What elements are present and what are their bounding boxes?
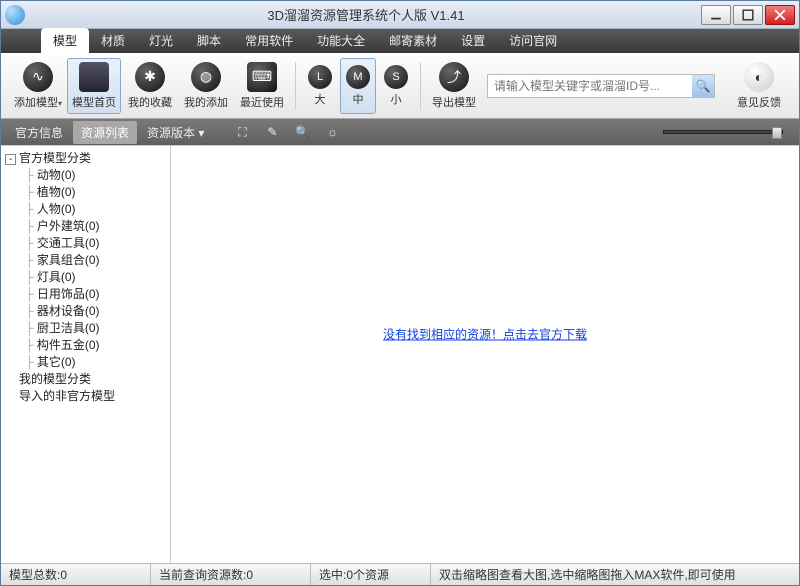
size-large-button[interactable]: L 大 xyxy=(302,58,338,114)
separator xyxy=(295,62,296,110)
tree-root-official[interactable]: -官方模型分类 xyxy=(5,150,166,167)
tab-software[interactable]: 常用软件 xyxy=(233,28,305,53)
close-button[interactable] xyxy=(765,5,795,25)
my-add-label: 我的添加 xyxy=(184,94,228,110)
app-logo-icon xyxy=(5,5,25,25)
export-button[interactable]: ⤴ 导出模型 xyxy=(427,58,481,114)
tree-root-mine[interactable]: 我的模型分类 xyxy=(5,371,166,388)
subtab-info[interactable]: 官方信息 xyxy=(7,121,71,144)
chevron-down-icon: ▾ xyxy=(58,99,62,108)
folder-icon xyxy=(79,62,109,92)
bluetooth-icon: ✱ xyxy=(135,62,165,92)
search-icon: 🔍 xyxy=(696,79,711,93)
tree-item[interactable]: 构件五金(0) xyxy=(5,337,166,354)
tab-model[interactable]: 模型 xyxy=(41,28,89,53)
feedback-label: 意见反馈 xyxy=(737,94,781,110)
tab-mail[interactable]: 邮寄素材 xyxy=(377,28,449,53)
size-l-icon: L xyxy=(308,65,332,89)
rss-icon: ∿ xyxy=(23,62,53,92)
feedback-icon: ◐ xyxy=(744,62,774,92)
tree-item[interactable]: 日用饰品(0) xyxy=(5,286,166,303)
keyboard-icon: ⌨ xyxy=(247,62,277,92)
size-medium-label: 中 xyxy=(353,91,364,107)
titlebar: 3D溜溜资源管理系统个人版 V1.41 xyxy=(1,1,799,29)
minimize-button[interactable] xyxy=(701,5,731,25)
size-large-label: 大 xyxy=(315,91,326,107)
tab-material[interactable]: 材质 xyxy=(89,28,137,53)
globe-icon: ◍ xyxy=(191,62,221,92)
tree-item[interactable]: 灯具(0) xyxy=(5,269,166,286)
maximize-button[interactable] xyxy=(733,5,763,25)
content-area: 没有找到相应的资源！点击去官方下载 xyxy=(171,146,799,563)
zoom-icon[interactable]: 🔍 xyxy=(294,124,310,140)
subtab-version-label: 资源版本 xyxy=(147,126,195,140)
slider-thumb[interactable] xyxy=(772,127,782,139)
export-label: 导出模型 xyxy=(432,94,476,110)
size-m-icon: M xyxy=(346,65,370,89)
zoom-slider[interactable] xyxy=(348,130,793,134)
status-total: 模型总数:0 xyxy=(1,564,151,585)
model-home-button[interactable]: 模型首页 xyxy=(67,58,121,114)
search-button[interactable]: 🔍 xyxy=(692,75,714,97)
search-wrap: 🔍 xyxy=(487,74,715,98)
status-query: 当前查询资源数:0 xyxy=(151,564,311,585)
tree-item[interactable]: 交通工具(0) xyxy=(5,235,166,252)
recent-label: 最近使用 xyxy=(240,94,284,110)
subtab-list[interactable]: 资源列表 xyxy=(73,121,137,144)
tree-item[interactable]: 家具组合(0) xyxy=(5,252,166,269)
recent-button[interactable]: ⌨ 最近使用 xyxy=(235,58,289,114)
edit-icon[interactable]: ✎ xyxy=(264,124,280,140)
toolbar: ∿ 添加模型▾ 模型首页 ✱ 我的收藏 ◍ 我的添加 ⌨ 最近使用 L 大 M … xyxy=(1,53,799,119)
favorites-label: 我的收藏 xyxy=(128,94,172,110)
window-title: 3D溜溜资源管理系统个人版 V1.41 xyxy=(31,5,701,24)
status-selected: 选中:0个资源 xyxy=(311,564,431,585)
statusbar: 模型总数:0 当前查询资源数:0 选中:0个资源 双击缩略图查看大图,选中缩略图… xyxy=(1,563,799,585)
tree-item[interactable]: 植物(0) xyxy=(5,184,166,201)
tab-script[interactable]: 脚本 xyxy=(185,28,233,53)
my-add-button[interactable]: ◍ 我的添加 xyxy=(179,58,233,114)
size-s-icon: S xyxy=(384,65,408,89)
status-hint: 双击缩略图查看大图,选中缩略图拖入MAX软件,即可使用 xyxy=(431,564,799,585)
tab-website[interactable]: 访问官网 xyxy=(497,28,569,53)
sub-toolbar: 官方信息 资源列表 资源版本 ▾ ⛶ ✎ 🔍 ☼ xyxy=(1,119,799,145)
collapse-icon[interactable]: - xyxy=(5,154,16,165)
add-model-label: 添加模型 xyxy=(14,97,58,109)
add-model-button[interactable]: ∿ 添加模型▾ xyxy=(11,58,65,114)
subtab-version[interactable]: 资源版本 ▾ xyxy=(139,121,212,144)
settings-icon[interactable]: ☼ xyxy=(324,124,340,140)
chevron-down-icon: ▾ xyxy=(198,126,204,140)
search-input[interactable] xyxy=(488,79,692,93)
no-resource-link[interactable]: 没有找到相应的资源！点击去官方下载 xyxy=(383,325,587,342)
tree-item[interactable]: 厨卫洁具(0) xyxy=(5,320,166,337)
menubar: 模型 材质 灯光 脚本 常用软件 功能大全 邮寄素材 设置 访问官网 xyxy=(1,29,799,53)
export-icon: ⤴ xyxy=(439,62,469,92)
separator xyxy=(420,62,421,110)
tab-functions[interactable]: 功能大全 xyxy=(305,28,377,53)
tab-light[interactable]: 灯光 xyxy=(137,28,185,53)
fullscreen-icon[interactable]: ⛶ xyxy=(234,124,250,140)
feedback-button[interactable]: ◐ 意见反馈 xyxy=(729,58,789,114)
size-medium-button[interactable]: M 中 xyxy=(340,58,376,114)
tree-root-import[interactable]: 导入的非官方模型 xyxy=(5,388,166,405)
tree-item[interactable]: 动物(0) xyxy=(5,167,166,184)
model-home-label: 模型首页 xyxy=(72,94,116,110)
favorites-button[interactable]: ✱ 我的收藏 xyxy=(123,58,177,114)
size-small-label: 小 xyxy=(391,91,402,107)
tree-item[interactable]: 其它(0) xyxy=(5,354,166,371)
tree-item[interactable]: 人物(0) xyxy=(5,201,166,218)
size-small-button[interactable]: S 小 xyxy=(378,58,414,114)
tree-item[interactable]: 器材设备(0) xyxy=(5,303,166,320)
tree-item[interactable]: 户外建筑(0) xyxy=(5,218,166,235)
tab-settings[interactable]: 设置 xyxy=(449,28,497,53)
category-tree: -官方模型分类 动物(0) 植物(0) 人物(0) 户外建筑(0) 交通工具(0… xyxy=(1,146,171,563)
